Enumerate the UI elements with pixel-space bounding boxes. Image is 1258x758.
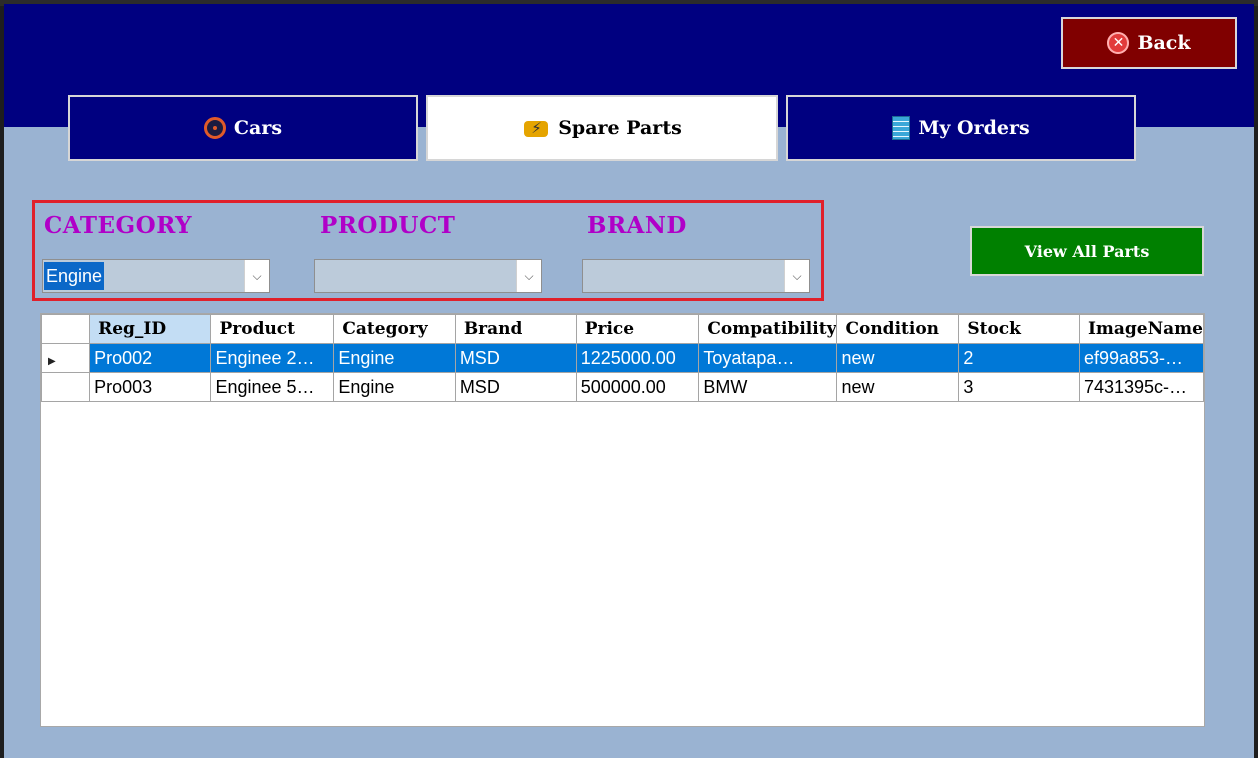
product-dropdown[interactable]: ⌵ [314, 259, 542, 293]
tab-spare-parts[interactable]: ⚡ Spare Parts [426, 95, 778, 161]
column-header-reg-id[interactable]: Reg_ID [89, 314, 212, 344]
tab-my-orders[interactable]: My Orders [786, 95, 1136, 161]
table-cell[interactable]: Enginee 5… [210, 372, 335, 402]
category-dropdown[interactable]: Engine ⌵ [42, 259, 270, 293]
row-header[interactable] [41, 372, 91, 402]
row-header[interactable]: ▶ [41, 343, 91, 373]
table-cell[interactable]: 2 [958, 343, 1080, 373]
column-header-stock[interactable]: Stock [958, 314, 1080, 344]
table-cell[interactable]: MSD [454, 343, 577, 373]
table-cell[interactable]: 7431395c-… [1078, 372, 1204, 402]
receipt-icon [892, 116, 911, 140]
table-cell[interactable]: 3 [958, 372, 1080, 402]
table-cell[interactable]: Engine [333, 343, 456, 373]
tab-cars[interactable]: Cars [68, 95, 418, 161]
table-cell[interactable]: Toyatapa… [698, 343, 838, 373]
chevron-down-icon[interactable]: ⌵ [244, 260, 269, 292]
grid-corner-cell[interactable] [41, 314, 91, 344]
column-header-compatibility[interactable]: Compatibility [698, 314, 838, 344]
table-cell[interactable]: MSD [454, 372, 577, 402]
parts-data-grid[interactable]: Reg_ID Product Category Brand Price Comp… [40, 313, 1205, 727]
column-header-image-name[interactable]: ImageName [1078, 314, 1204, 344]
table-cell[interactable]: Pro002 [89, 343, 212, 373]
view-all-parts-button[interactable]: View All Parts [970, 226, 1204, 276]
table-cell[interactable]: new [836, 372, 960, 402]
table-cell[interactable]: new [836, 343, 960, 373]
table-cell[interactable]: ef99a853-… [1078, 343, 1204, 373]
row-pointer-icon: ▶ [48, 355, 56, 367]
column-header-product[interactable]: Product [210, 314, 335, 344]
category-dropdown-value: Engine [44, 262, 105, 290]
column-header-brand[interactable]: Brand [454, 314, 577, 344]
tab-spare-parts-label: Spare Parts [558, 117, 682, 139]
back-button[interactable]: ✕ Back [1061, 17, 1237, 69]
chevron-down-icon[interactable]: ⌵ [516, 260, 541, 292]
tab-my-orders-label: My Orders [918, 117, 1030, 139]
table-cell[interactable]: Enginee 2… [210, 343, 335, 373]
app-window: ✕ Back Cars ⚡ Spare Parts My Orders CATE… [4, 4, 1254, 758]
table-cell[interactable]: 500000.00 [575, 372, 700, 402]
table-row[interactable]: Pro003 Enginee 5… Engine MSD 500000.00 B… [41, 372, 1204, 402]
chevron-down-icon[interactable]: ⌵ [784, 260, 809, 292]
brand-dropdown[interactable]: ⌵ [582, 259, 810, 293]
table-cell[interactable]: BMW [698, 372, 838, 402]
column-header-category[interactable]: Category [333, 314, 456, 344]
table-cell[interactable]: 1225000.00 [575, 343, 700, 373]
engine-icon: ⚡ [522, 117, 550, 139]
table-cell[interactable]: Engine [333, 372, 456, 402]
close-circle-icon: ✕ [1107, 32, 1130, 54]
category-label: CATEGORY [44, 212, 193, 239]
brand-label: BRAND [587, 212, 687, 239]
column-header-price[interactable]: Price [575, 314, 700, 344]
grid-header-row: Reg_ID Product Category Brand Price Comp… [41, 314, 1204, 344]
table-cell[interactable]: Pro003 [89, 372, 212, 402]
product-label: PRODUCT [320, 212, 456, 239]
steering-wheel-icon [203, 117, 226, 139]
back-button-label: Back [1137, 32, 1191, 54]
tab-cars-label: Cars [233, 117, 283, 139]
column-header-condition[interactable]: Condition [836, 314, 960, 344]
table-row[interactable]: ▶ Pro002 Enginee 2… Engine MSD 1225000.0… [41, 343, 1204, 373]
